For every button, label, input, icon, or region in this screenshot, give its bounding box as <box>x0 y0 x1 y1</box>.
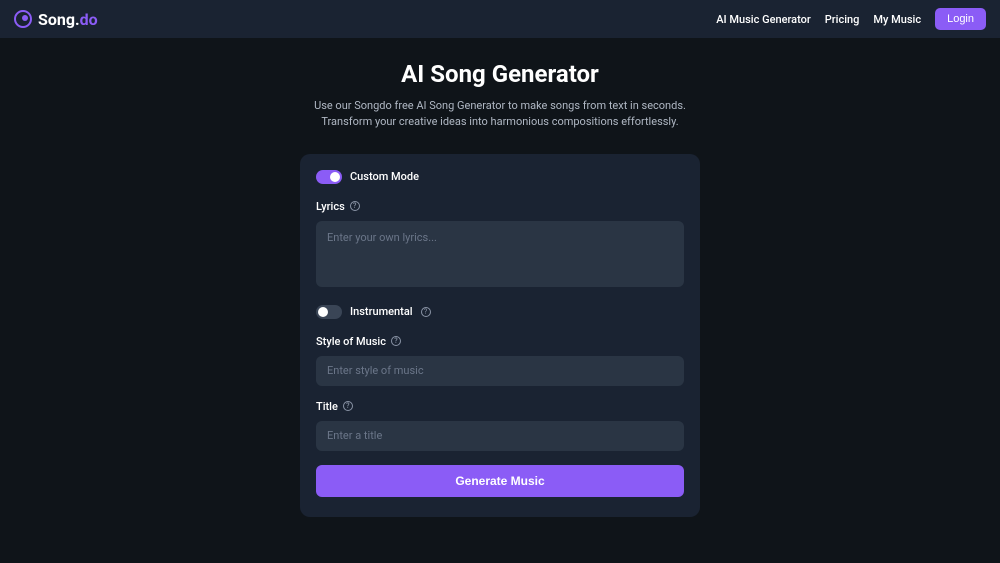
nav-pricing[interactable]: Pricing <box>825 13 860 26</box>
page-title: AI Song Generator <box>401 60 599 88</box>
style-input[interactable] <box>316 356 684 386</box>
logo-icon <box>14 10 32 28</box>
logo-text: Song.do <box>38 10 98 29</box>
main: AI Song Generator Use our Songdo free AI… <box>0 38 1000 517</box>
header: Song.do AI Music Generator Pricing My Mu… <box>0 0 1000 38</box>
instrumental-row: Instrumental ? <box>316 305 684 319</box>
lyrics-input[interactable] <box>316 221 684 287</box>
title-label-row: Title ? <box>316 400 684 413</box>
page-subtitle: Use our Songdo free AI Song Generator to… <box>300 98 700 130</box>
style-label: Style of Music <box>316 335 386 348</box>
nav: AI Music Generator Pricing My Music Logi… <box>716 8 986 30</box>
help-icon[interactable]: ? <box>421 307 431 317</box>
logo-prefix: Song. <box>38 10 80 29</box>
nav-ai-music-generator[interactable]: AI Music Generator <box>716 13 811 26</box>
style-label-row: Style of Music ? <box>316 335 684 348</box>
instrumental-toggle[interactable] <box>316 305 342 319</box>
instrumental-label: Instrumental <box>350 305 413 318</box>
custom-mode-row: Custom Mode <box>316 170 684 184</box>
form-card: Custom Mode Lyrics ? Instrumental ? Styl… <box>300 154 700 517</box>
custom-mode-toggle[interactable] <box>316 170 342 184</box>
title-label: Title <box>316 400 338 413</box>
custom-mode-label: Custom Mode <box>350 170 419 183</box>
help-icon[interactable]: ? <box>391 336 401 346</box>
logo[interactable]: Song.do <box>14 10 98 29</box>
nav-my-music[interactable]: My Music <box>873 13 921 26</box>
login-button[interactable]: Login <box>935 8 986 30</box>
lyrics-label: Lyrics <box>316 200 345 213</box>
generate-music-button[interactable]: Generate Music <box>316 465 684 497</box>
toggle-handle <box>318 307 328 317</box>
help-icon[interactable]: ? <box>343 401 353 411</box>
toggle-handle <box>330 172 340 182</box>
logo-suffix: do <box>80 10 98 29</box>
title-input[interactable] <box>316 421 684 451</box>
help-icon[interactable]: ? <box>350 201 360 211</box>
lyrics-label-row: Lyrics ? <box>316 200 684 213</box>
